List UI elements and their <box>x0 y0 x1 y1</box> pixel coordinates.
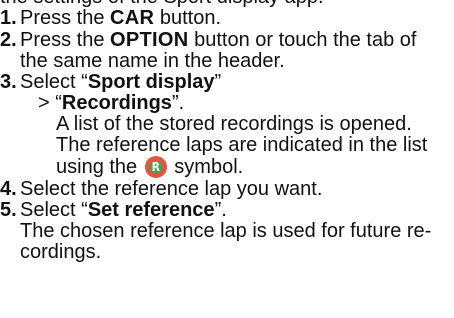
step-result: A list of the stored recordings is opene… <box>20 114 450 178</box>
step-text: button or touch the tab of <box>188 28 417 51</box>
menu-item-set-reference: Set reference <box>87 199 215 221</box>
menu-item-sport-display: Sport display <box>87 71 215 93</box>
menu-item-recordings: Recordings <box>61 92 172 114</box>
step-text: button. <box>154 7 221 29</box>
step-text: ” <box>214 71 222 93</box>
step-number: 1. <box>0 7 17 29</box>
reference-lap-icon-letter: R <box>151 160 160 174</box>
step-number: 3. <box>0 71 17 93</box>
sub-step: > “Recordings”. <box>20 93 450 114</box>
result-line: symbol. <box>168 156 244 178</box>
step-text: Select “ <box>20 71 88 93</box>
step-result: The chosen reference lap is used for fut… <box>20 221 450 263</box>
step-5: 5. Select “Set reference”. The chosen re… <box>0 200 450 263</box>
step-text: Press the <box>20 28 111 51</box>
step-number: 2. <box>0 28 17 51</box>
step-4: 4. Select the reference lap you want. <box>0 177 450 200</box>
step-text: ”. <box>214 199 227 221</box>
result-line: using the <box>56 156 143 178</box>
sub-step-end: ”. <box>171 92 185 114</box>
step-text: Press the <box>20 7 111 29</box>
step-number: 4. <box>0 177 17 200</box>
step-text-continued: the same name in the header. <box>20 49 285 72</box>
option-key-label: OPTION <box>110 28 189 51</box>
result-line: cordings. <box>20 241 102 263</box>
step-text: Select the reference lap you want. <box>20 177 323 200</box>
car-key-label: CAR <box>110 7 155 29</box>
step-1: 1. Press the CAR button. <box>0 8 450 29</box>
step-number: 5. <box>0 199 17 221</box>
manual-page: the settings of the Sport display app. 1… <box>0 0 454 318</box>
reference-lap-icon: R <box>144 156 167 178</box>
result-line: The reference laps are indicated in the … <box>56 134 428 156</box>
step-text: Select “ <box>20 199 88 221</box>
result-line: A list of the stored recordings is opene… <box>56 113 412 135</box>
step-2: 2. Press the OPTION button or touch the … <box>0 28 450 72</box>
step-3: 3. Select “Sport display” > “Recordings”… <box>0 72 450 178</box>
result-line: The chosen reference lap is used for fut… <box>20 220 432 242</box>
instruction-list: 1. Press the CAR button. 2. Press the OP… <box>0 8 450 264</box>
sub-step-arrow: > “ <box>38 92 62 114</box>
